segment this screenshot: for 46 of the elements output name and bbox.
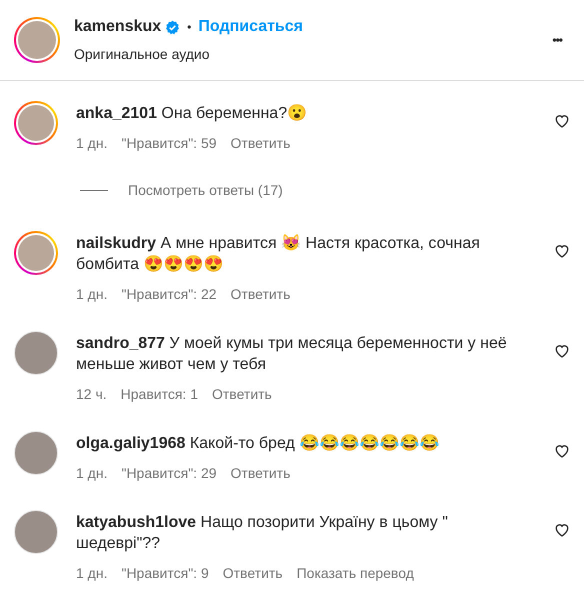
translate-link[interactable]: Показать перевод — [296, 563, 414, 584]
avatar-photo[interactable] — [14, 510, 58, 554]
likes-count[interactable]: "Нравится": 29 — [121, 463, 217, 484]
more-options-button[interactable]: ••• — [552, 31, 562, 49]
view-replies-link[interactable]: Посмотреть ответы (17) — [128, 180, 283, 201]
likes-count[interactable]: "Нравится": 9 — [121, 563, 209, 584]
like-heart-icon[interactable] — [554, 243, 570, 259]
like-heart-icon[interactable] — [554, 343, 570, 359]
username[interactable]: sandro_877 — [76, 335, 165, 352]
separator-dot: • — [187, 19, 192, 36]
comment-time: 1 дн. — [76, 134, 108, 153]
comment-time: 12 ч. — [76, 385, 107, 404]
reply-link[interactable]: Ответить — [230, 133, 290, 154]
reply-link[interactable]: Ответить — [222, 563, 283, 584]
like-heart-icon[interactable] — [554, 522, 570, 538]
comment-time: 1 дн. — [76, 564, 108, 583]
username[interactable]: olga.galiy1968 — [76, 435, 186, 452]
likes-count[interactable]: Нравится: 1 — [120, 384, 198, 405]
username[interactable]: anka_2101 — [76, 105, 157, 122]
comment-time: 1 дн. — [76, 285, 108, 304]
story-ring[interactable] — [14, 101, 58, 145]
comment-text: olga.galiy1968 Какой-то бред 😂😂😂😂😂😂😂 — [76, 433, 440, 454]
like-heart-icon[interactable] — [554, 113, 570, 129]
avatar-photo[interactable] — [14, 431, 58, 475]
comment-text: sandro_877 У моей кумы три месяца беременности у неё меньше живот чем у тебя — [76, 334, 508, 375]
username[interactable]: kamenskux — [74, 15, 162, 39]
username[interactable]: katyabush1love — [76, 514, 196, 531]
story-ring[interactable] — [14, 17, 60, 63]
username[interactable]: nailskudry — [76, 235, 156, 252]
comment-text: anka_2101 Она беременна?😮 — [76, 103, 308, 124]
reply-link[interactable]: Ответить — [212, 384, 272, 405]
avatar-photo — [18, 105, 54, 141]
comment-text: katyabush1love Нащо позорити Україну в цьому " шедеврі"?? — [76, 513, 449, 554]
likes-count[interactable]: "Нравится": 22 — [121, 284, 217, 305]
avatar-photo[interactable] — [14, 331, 58, 375]
follow-link[interactable]: Подписаться — [198, 15, 303, 39]
story-ring[interactable] — [14, 231, 58, 275]
reply-link[interactable]: Ответить — [230, 463, 290, 484]
avatar-photo — [18, 21, 56, 59]
like-heart-icon[interactable] — [554, 443, 570, 459]
avatar-photo — [18, 235, 54, 271]
likes-count[interactable]: "Нравится": 59 — [121, 133, 217, 154]
audio-label[interactable]: Оригинальное аудио — [74, 44, 552, 65]
comment-time: 1 дн. — [76, 464, 108, 483]
comment-text: nailskudry А мне нравится 😻 Настя красотка, сочная бомбита 😍😍😍😍 — [76, 233, 481, 275]
reply-link[interactable]: Ответить — [230, 284, 290, 305]
